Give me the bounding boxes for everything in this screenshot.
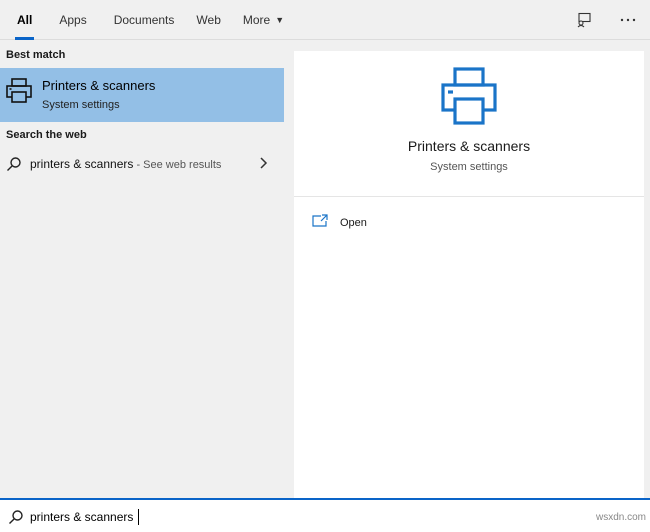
best-match-subtitle: System settings <box>42 99 120 111</box>
tab-web[interactable]: Web <box>188 0 228 40</box>
printer-large-icon <box>440 66 498 131</box>
feedback-icon[interactable] <box>574 10 594 30</box>
tab-more[interactable]: More ▼ <box>235 0 292 40</box>
open-window-icon <box>312 213 328 233</box>
more-options-icon[interactable] <box>618 10 638 30</box>
search-web-heading: Search the web <box>6 129 87 141</box>
web-result-query: printers & scanners <box>30 157 134 171</box>
search-input[interactable] <box>30 507 430 527</box>
web-result-text: printers & scanners - See web results <box>30 157 221 171</box>
search-icon <box>6 156 22 177</box>
search-bar: wsxdn.com <box>0 498 650 532</box>
tab-documents-label: Documents <box>113 12 175 27</box>
preview-title: Printers & scanners <box>407 138 531 154</box>
open-action-label: Open <box>340 217 367 229</box>
tab-all-label: All <box>17 12 33 27</box>
results-pane: Best match Printers & scanners System se… <box>0 41 284 498</box>
preview-hero: Printers & scanners System settings <box>294 51 644 197</box>
tab-more-label: More <box>242 12 271 27</box>
chevron-right-icon <box>258 156 268 175</box>
tab-apps-label: Apps <box>59 12 87 27</box>
best-match-heading: Best match <box>6 49 66 61</box>
top-bar: All Apps Documents Web More ▼ <box>0 0 650 40</box>
top-icons <box>574 0 638 40</box>
web-result-suffix: - See web results <box>133 159 222 171</box>
best-match-item[interactable]: Printers & scanners System settings <box>0 68 284 122</box>
search-icon <box>8 509 24 530</box>
text-cursor <box>138 509 139 525</box>
tab-documents[interactable]: Documents <box>106 0 183 40</box>
printer-icon <box>5 76 33 109</box>
tab-all[interactable]: All <box>9 0 40 40</box>
tab-web-label: Web <box>196 12 221 27</box>
preview-subtitle: System settings <box>430 161 508 173</box>
caret-down-icon: ▼ <box>275 14 285 25</box>
tab-apps[interactable]: Apps <box>51 0 94 40</box>
best-match-title: Printers & scanners <box>42 78 156 93</box>
web-result-item[interactable]: printers & scanners - See web results <box>0 147 284 181</box>
preview-pane: Printers & scanners System settings Open <box>294 51 644 498</box>
watermark: wsxdn.com <box>595 512 646 523</box>
open-action[interactable]: Open <box>312 213 367 233</box>
